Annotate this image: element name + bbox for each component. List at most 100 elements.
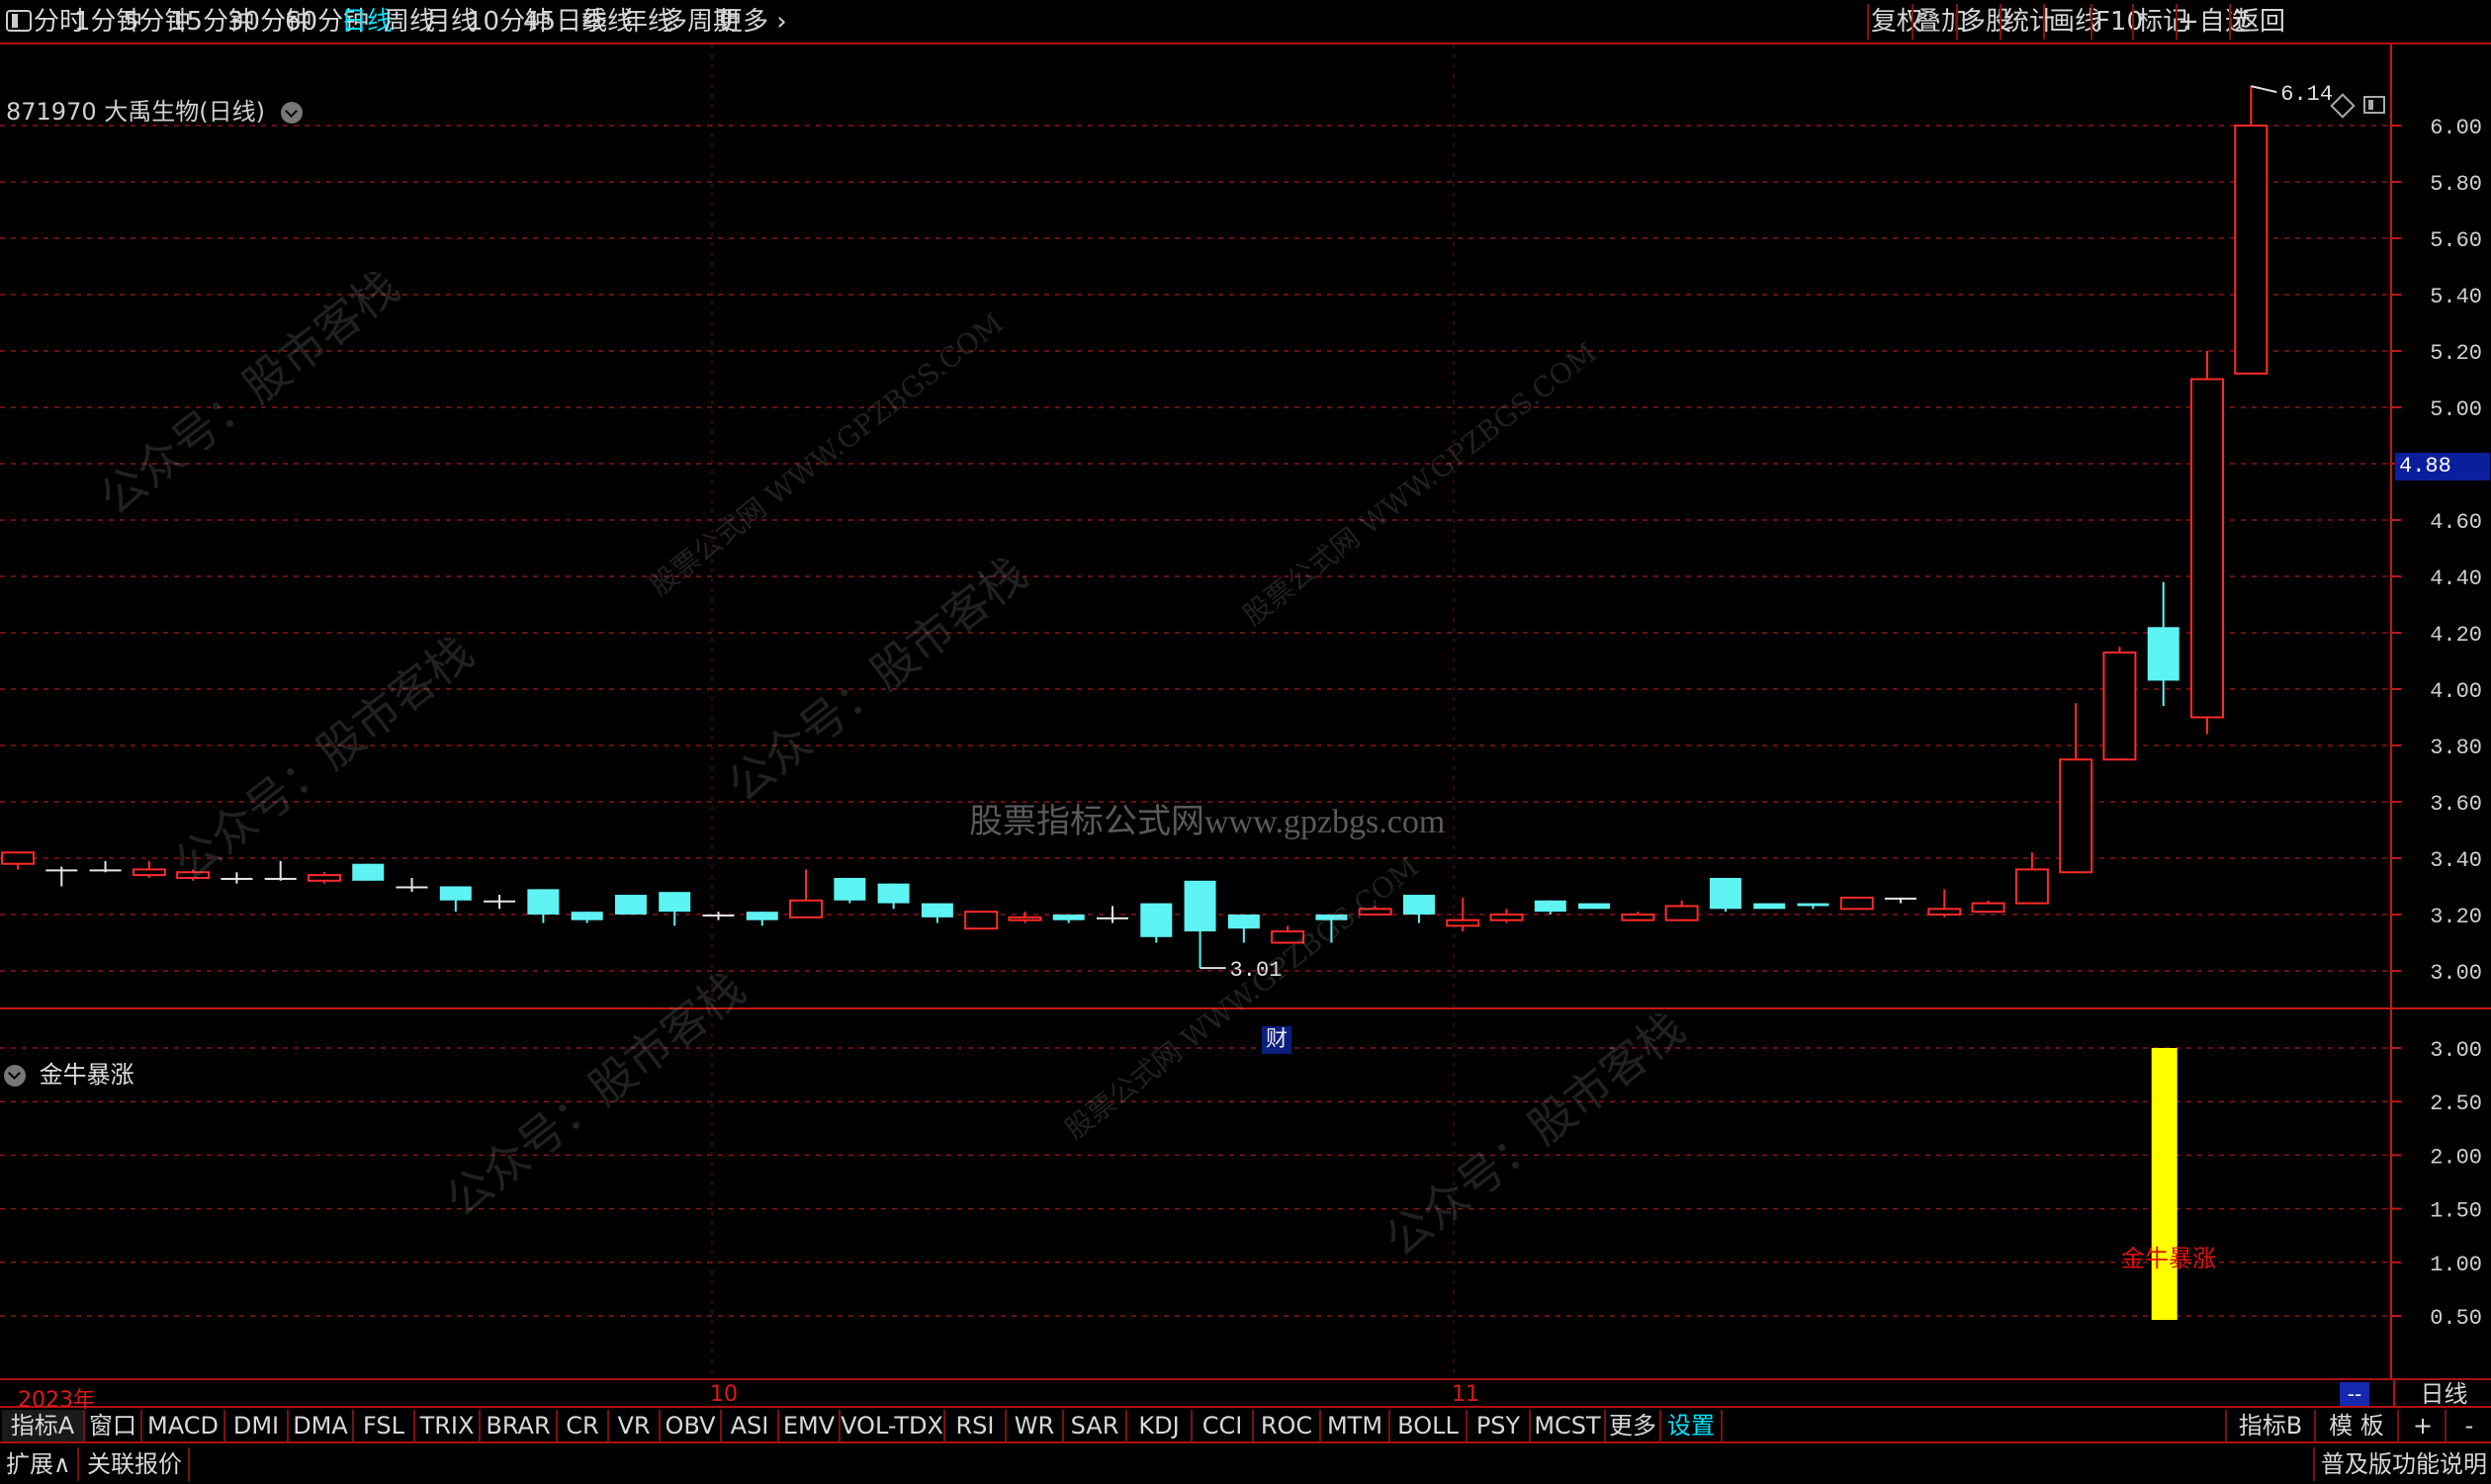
zoom-in-button[interactable]: + bbox=[2397, 1410, 2447, 1441]
candle-body bbox=[702, 915, 735, 917]
indicator-tab-指标a[interactable]: 指标A bbox=[2, 1410, 85, 1441]
candle bbox=[2014, 852, 2049, 905]
candle-body bbox=[1709, 877, 1741, 910]
price-tick-label: 3.80 bbox=[2430, 736, 2482, 760]
indicator-tab-roc[interactable]: ROC bbox=[1254, 1410, 1321, 1441]
candle-body bbox=[2234, 125, 2269, 375]
candle bbox=[396, 877, 428, 893]
indicator-tab-vr[interactable]: VR bbox=[609, 1410, 661, 1441]
period-more-button[interactable]: 更多 › bbox=[717, 5, 787, 39]
candle-body bbox=[1664, 905, 1699, 921]
candle bbox=[1578, 903, 1611, 910]
indicator-tab-dmi[interactable]: DMI bbox=[225, 1410, 289, 1441]
candle-body bbox=[834, 877, 866, 901]
candle-body bbox=[352, 863, 385, 881]
candle bbox=[1184, 880, 1216, 969]
candle-body bbox=[2190, 378, 2224, 719]
indicator-tab-mcst[interactable]: MCST bbox=[1531, 1410, 1606, 1441]
candle bbox=[1797, 903, 1829, 910]
candle bbox=[221, 872, 253, 884]
candle-body bbox=[1621, 914, 1655, 921]
price-tick-label: 5.60 bbox=[2430, 228, 2482, 253]
candle bbox=[89, 860, 122, 873]
candle-body bbox=[484, 900, 516, 903]
candle bbox=[1489, 909, 1524, 923]
indicator-tab-obv[interactable]: OBV bbox=[661, 1410, 722, 1441]
scroll-indicator[interactable]: -- bbox=[2340, 1382, 2369, 1406]
candle-body bbox=[527, 889, 560, 915]
indicator-tab-设置[interactable]: 设置 bbox=[1661, 1410, 1723, 1441]
indicator-tab-mtm[interactable]: MTM bbox=[1321, 1410, 1390, 1441]
candle-body bbox=[1184, 880, 1216, 932]
indicator-tab-trix[interactable]: TRIX bbox=[415, 1410, 481, 1441]
candle bbox=[2147, 581, 2180, 707]
chart-area: 6.005.805.605.405.205.004.804.604.404.20… bbox=[0, 44, 2491, 1378]
layout-toggle-icon[interactable] bbox=[2363, 96, 2385, 114]
indicator-tick-label: 2.50 bbox=[2430, 1091, 2482, 1116]
candle-body bbox=[2102, 651, 2137, 761]
template-tab[interactable]: 模 板 bbox=[2314, 1410, 2397, 1441]
candle-body bbox=[1446, 918, 1480, 927]
candle bbox=[1839, 896, 1874, 911]
indicator-tab-窗口[interactable]: 窗口 bbox=[85, 1410, 142, 1441]
indicator-tick-label: 3.00 bbox=[2430, 1038, 2482, 1063]
candle-body bbox=[221, 877, 253, 880]
indicator-tab-emv[interactable]: EMV bbox=[779, 1410, 841, 1441]
zoom-out-button[interactable]: - bbox=[2445, 1410, 2491, 1441]
feature-info-button[interactable]: 普及版功能说明 bbox=[2313, 1447, 2487, 1481]
indicator-tab-更多[interactable]: 更多 bbox=[1606, 1410, 1661, 1441]
price-tick-label: 4.00 bbox=[2430, 679, 2482, 704]
expand-button[interactable]: 扩展∧ bbox=[0, 1447, 79, 1481]
candle-body bbox=[1578, 903, 1611, 910]
indicator-tab-cr[interactable]: CR bbox=[558, 1410, 609, 1441]
candle bbox=[527, 889, 560, 923]
window-icon[interactable] bbox=[6, 10, 32, 32]
indicator-title[interactable]: 金牛暴涨 bbox=[4, 1055, 134, 1090]
indicator-tab-asi[interactable]: ASI bbox=[722, 1410, 779, 1441]
candle-body bbox=[746, 912, 778, 920]
indicator-tab-kdj[interactable]: KDJ bbox=[1127, 1410, 1193, 1441]
indicator-tab-psy[interactable]: PSY bbox=[1468, 1410, 1531, 1441]
chevron-down-icon[interactable] bbox=[280, 102, 303, 124]
indicator-tab-wr[interactable]: WR bbox=[1007, 1410, 1064, 1441]
related-quotes-button[interactable]: 关联报价 bbox=[81, 1447, 190, 1481]
candle-body bbox=[2014, 868, 2049, 905]
candle-body bbox=[45, 869, 78, 872]
candle bbox=[2102, 647, 2137, 761]
indicator-tab-boll[interactable]: BOLL bbox=[1390, 1410, 1468, 1441]
price-tick-label: 5.00 bbox=[2430, 397, 2482, 422]
high-price-label: 6.14 bbox=[2280, 82, 2333, 107]
candle bbox=[1008, 912, 1042, 923]
indicator-tab-vol-tdx[interactable]: VOL-TDX bbox=[841, 1410, 945, 1441]
candle-body bbox=[659, 892, 691, 913]
candle bbox=[439, 886, 472, 913]
signal-bar bbox=[2151, 1048, 2178, 1320]
candle-body bbox=[2059, 758, 2093, 874]
indicator-tab-cci[interactable]: CCI bbox=[1193, 1410, 1254, 1441]
indicator-b-tab[interactable]: 指标B bbox=[2225, 1410, 2314, 1441]
indicator-tab-dma[interactable]: DMA bbox=[289, 1410, 354, 1441]
stock-title[interactable]: 871970 大禹生物(日线) bbox=[6, 92, 303, 127]
financial-badge[interactable]: 财 bbox=[1262, 1026, 1291, 1054]
chevron-down-icon[interactable] bbox=[4, 1065, 26, 1087]
candle-body bbox=[1885, 897, 1917, 900]
current-price-label: 4.88 bbox=[2395, 453, 2490, 480]
price-tick-label: 4.40 bbox=[2430, 567, 2482, 591]
candle bbox=[1140, 903, 1173, 943]
indicator-tab-brar[interactable]: BRAR bbox=[481, 1410, 558, 1441]
back-button[interactable]: 返回 bbox=[2229, 4, 2288, 40]
indicator-tab-fsl[interactable]: FSL bbox=[354, 1410, 415, 1441]
candle bbox=[352, 863, 385, 881]
candle bbox=[1885, 897, 1917, 904]
candle bbox=[659, 892, 691, 926]
indicator-tab-rsi[interactable]: RSI bbox=[945, 1410, 1007, 1441]
indicator-tick-label: 2.00 bbox=[2430, 1145, 2482, 1170]
candle-body bbox=[2147, 627, 2180, 681]
period-label[interactable]: 日线 bbox=[2393, 1380, 2491, 1408]
candle bbox=[877, 883, 910, 910]
indicator-tab-sar[interactable]: SAR bbox=[1064, 1410, 1127, 1441]
candle bbox=[964, 911, 999, 930]
indicator-tab-macd[interactable]: MACD bbox=[142, 1410, 225, 1441]
date-label-october: 10 bbox=[710, 1382, 738, 1407]
candle-body bbox=[1839, 896, 1874, 911]
